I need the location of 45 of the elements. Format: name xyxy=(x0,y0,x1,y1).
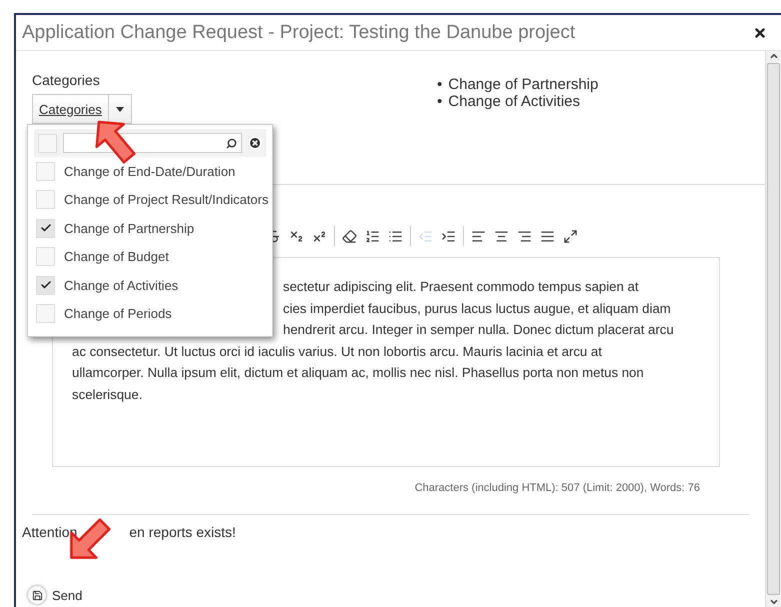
editor-text-line: scelerisque. xyxy=(72,386,142,404)
checkbox[interactable] xyxy=(36,276,55,295)
remove-format-icon[interactable] xyxy=(341,228,358,244)
field-label: Categories xyxy=(32,71,101,89)
category-option[interactable]: Change of End-Date/Duration xyxy=(34,157,266,186)
option-label: Change of Project Result/Indicators xyxy=(64,192,268,208)
editor-text-line: ullamcorper. Nulla ipsum elit, dictum et aliquam ac, mollis nec nisl. Phasellus porta non metus non xyxy=(72,364,644,382)
editor-text-line: sectetur adipiscing elit. Praesent commodo tempus sapien at xyxy=(283,278,639,296)
attention-text: Attention xyxy=(22,524,78,540)
category-option[interactable]: Change of Activities xyxy=(34,271,266,300)
category-option[interactable]: Change of Periods xyxy=(34,300,266,328)
scrollbar[interactable] xyxy=(765,51,781,607)
checkbox[interactable] xyxy=(36,247,55,266)
option-label: Change of Partnership xyxy=(64,220,194,236)
checkbox[interactable] xyxy=(36,218,55,238)
chosen-category: Change of Activities xyxy=(448,93,580,110)
editor-text-line: ac consectetur. Ut luctus orci id iaculis varius. Ut non lobortis arcu. Mauris lacinia et arcu at xyxy=(72,342,602,360)
checkbox[interactable] xyxy=(36,304,55,324)
select-all-checkbox[interactable] xyxy=(38,134,57,152)
editor-text-line: hendrerit arcu. Integer in semper nulla. Donec dictum placerat arcu xyxy=(283,321,674,339)
option-label: Change of Budget xyxy=(64,249,169,264)
checkbox[interactable] xyxy=(36,190,55,210)
scroll-up-icon[interactable] xyxy=(768,51,778,61)
scroll-down-icon[interactable] xyxy=(768,597,778,607)
option-label: Change of Activities xyxy=(64,278,178,293)
option-label: Change of End-Date/Duration xyxy=(64,164,236,179)
editor-text-line: cies imperdiet faucibus, purus lacus luctus augue, et aliquam diam xyxy=(283,300,671,318)
option-label: Change of Periods xyxy=(64,306,172,322)
bullet: • xyxy=(437,76,442,93)
close-icon[interactable] xyxy=(753,26,767,40)
character-counter: Characters (including HTML): 507 (Limit: 2000), Words: 76 xyxy=(414,482,701,494)
checkbox[interactable] xyxy=(36,162,55,181)
bullet: • xyxy=(437,93,442,110)
chosen-category: Change of Partnership xyxy=(448,76,598,93)
save-icon xyxy=(28,586,46,604)
search-icon[interactable] xyxy=(226,138,237,148)
clear-icon[interactable] xyxy=(248,136,262,150)
category-option[interactable]: Change of Partnership xyxy=(34,214,266,242)
attention-text: en reports exists! xyxy=(129,524,236,540)
categories-dropdown[interactable]: Categories xyxy=(32,94,132,124)
window-title: Application Change Request - Project: Testing the Danube project xyxy=(22,22,576,44)
category-option[interactable]: Change of Budget xyxy=(34,242,266,271)
category-option[interactable]: Change of Project Result/Indicators xyxy=(34,186,266,214)
maximize-icon[interactable] xyxy=(562,228,579,244)
send-button[interactable]: Send xyxy=(28,586,82,604)
